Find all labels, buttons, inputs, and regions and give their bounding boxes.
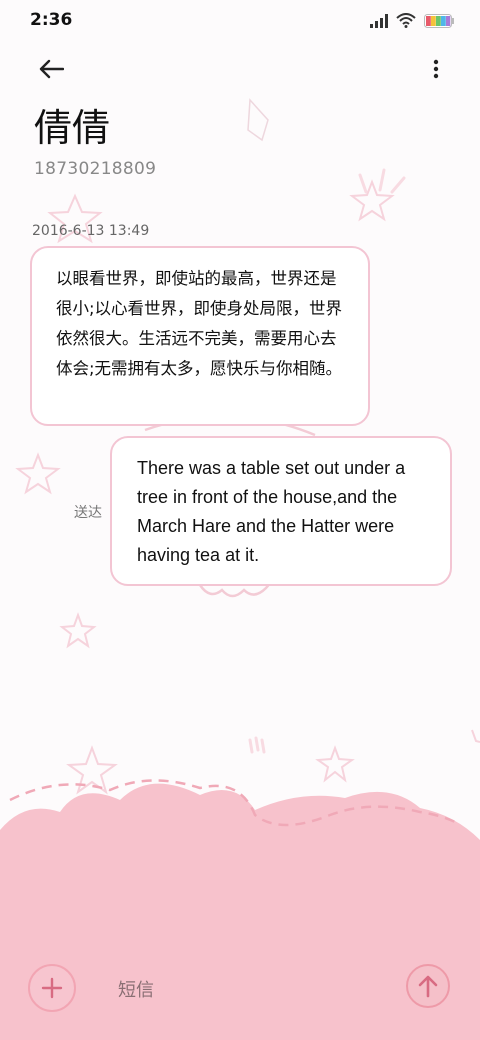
wifi-icon (396, 13, 416, 28)
contact-phone[interactable]: 18730218809 (34, 159, 156, 179)
status-time: 2:36 (30, 10, 73, 30)
add-attachment-button[interactable] (28, 964, 76, 1012)
back-button[interactable] (34, 54, 68, 84)
send-button[interactable] (406, 964, 450, 1008)
battery-icon (424, 13, 454, 28)
outgoing-message-text: There was a table set out under a tree i… (137, 458, 406, 565)
incoming-message-bubble[interactable]: 以眼看世界，即使站的最高，世界还是很小;以心看世界，即使身处局限，世界依然很大。… (30, 246, 370, 426)
status-icons (370, 13, 454, 28)
compose-bar (0, 950, 480, 1040)
message-input[interactable] (118, 976, 378, 1004)
arrow-up-icon (418, 975, 438, 998)
more-options-button[interactable] (428, 54, 444, 84)
incoming-message-text: 以眼看世界，即使站的最高，世界还是很小;以心看世界，即使身处局限，世界依然很大。… (56, 269, 343, 378)
delivery-status: 送达 (74, 505, 102, 521)
message-timestamp: 2016-6-13 13:49 (32, 223, 150, 239)
outgoing-message-bubble[interactable]: There was a table set out under a tree i… (110, 436, 452, 586)
arrow-left-icon (39, 59, 64, 79)
status-bar: 2:36 (0, 0, 480, 44)
signal-icon (370, 13, 388, 28)
top-bar (0, 44, 480, 94)
plus-icon (41, 977, 63, 999)
contact-name: 倩倩 (34, 106, 111, 150)
more-vertical-icon (433, 59, 439, 79)
